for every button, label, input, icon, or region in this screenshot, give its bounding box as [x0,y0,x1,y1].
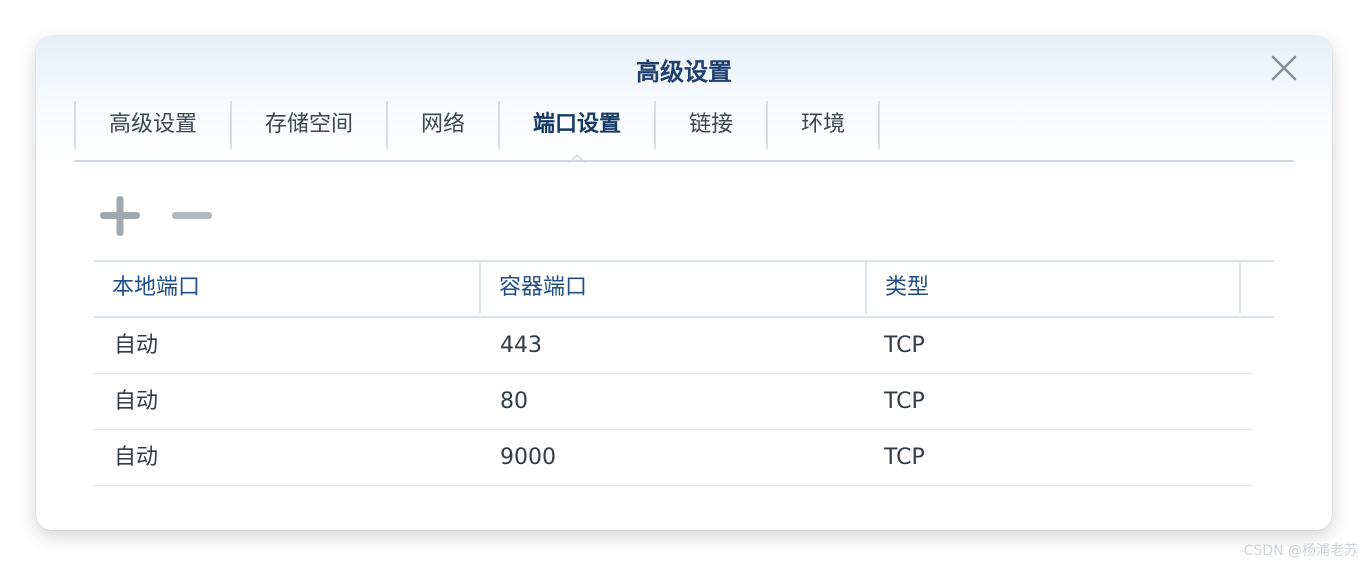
type-cell: TCP [884,389,925,414]
close-icon [1271,55,1297,81]
column-header-local-port[interactable]: 本地端口 [94,262,481,314]
tab-label: 链接 [689,112,734,137]
advanced-settings-dialog: 高级设置 高级设置 存储空间 网络 端口设置 链接 环境 本地端口 容器端口 类… [36,36,1332,530]
tab-label: 环境 [801,112,846,137]
column-header-spacer [1241,262,1274,314]
tab-label: 存储空间 [265,112,354,137]
table-row[interactable]: 自动 9000 TCP [94,430,1252,486]
tab-divider [74,160,1294,162]
close-button[interactable] [1270,54,1298,82]
column-header-type[interactable]: 类型 [867,262,1241,314]
tab-links[interactable]: 链接 [656,101,769,149]
tab-port-settings[interactable]: 端口设置 [500,101,657,163]
table-header: 本地端口 容器端口 类型 [94,260,1274,318]
table-row[interactable]: 自动 443 TCP [94,318,1252,374]
port-table: 本地端口 容器端口 类型 自动 443 TCP 自动 80 TCP 自动 900… [94,260,1274,486]
tab-network[interactable]: 网络 [388,101,501,149]
tab-label: 端口设置 [533,112,622,137]
tab-label: 网络 [421,112,466,137]
tab-storage[interactable]: 存储空间 [232,101,389,149]
remove-port-button[interactable] [170,194,214,238]
column-header-container-port[interactable]: 容器端口 [481,262,867,314]
watermark: CSDN @杨浦老苏 [1243,543,1358,559]
tab-advanced-settings[interactable]: 高级设置 [76,101,233,149]
add-port-button[interactable] [98,194,142,238]
tab-label: 高级设置 [109,112,198,137]
local-port-cell: 自动 [114,445,159,470]
container-port-cell: 80 [500,389,528,414]
minus-icon [172,212,212,219]
tab-bar: 高级设置 存储空间 网络 端口设置 链接 环境 [74,101,881,163]
tab-environment[interactable]: 环境 [768,101,881,149]
plus-icon [100,196,140,236]
container-port-cell: 443 [500,333,542,358]
dialog-title: 高级设置 [636,58,732,86]
type-cell: TCP [884,333,925,358]
local-port-cell: 自动 [114,333,159,358]
local-port-cell: 自动 [114,389,159,414]
type-cell: TCP [884,445,925,470]
container-port-cell: 9000 [500,445,556,470]
table-row[interactable]: 自动 80 TCP [94,374,1252,430]
